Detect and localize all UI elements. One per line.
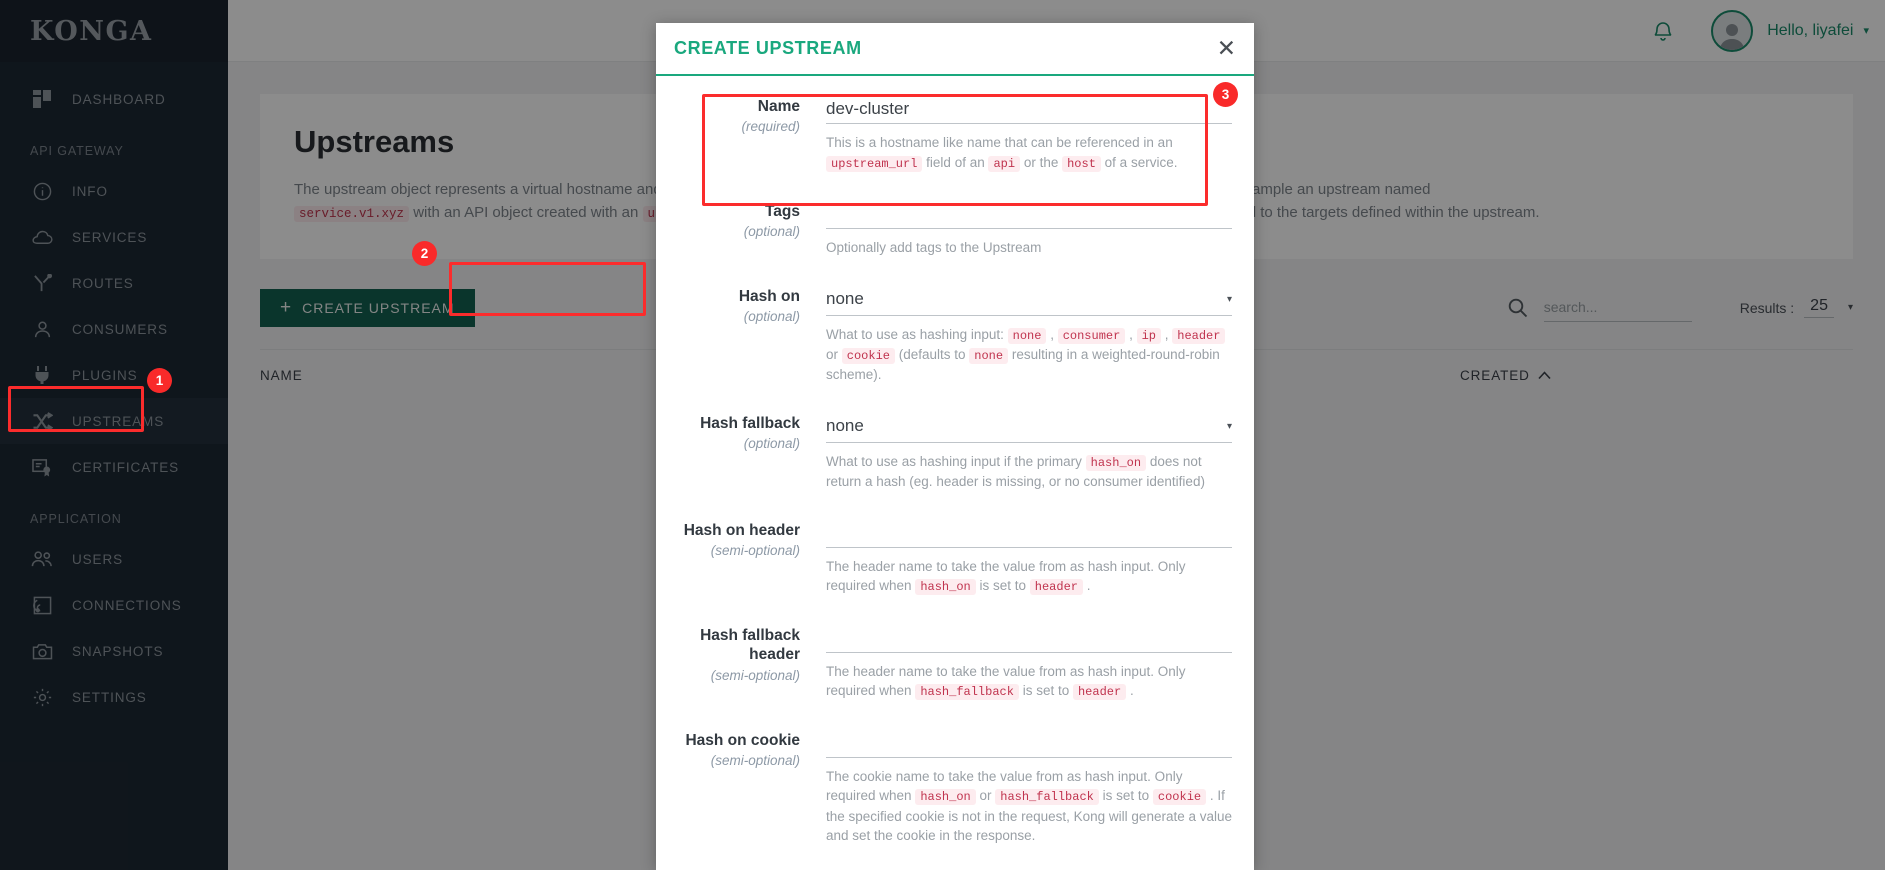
input-hash-on-header[interactable] <box>826 517 1232 548</box>
select-value: none <box>826 416 864 436</box>
close-icon[interactable]: ✕ <box>1217 37 1236 60</box>
hint-code: hash_on <box>1085 454 1147 471</box>
field-label-hash-on: Hash on (optional) <box>678 284 826 385</box>
field-label-hash-on-header: Hash on header (semi-optional) <box>678 518 826 597</box>
hint-code: none <box>1007 327 1047 344</box>
field-label-text: Name <box>757 98 800 115</box>
field-control-hash-fallback: none ▾ What to use as hashing input if the… <box>826 411 1232 492</box>
input-hash-on-cookie[interactable] <box>826 727 1232 758</box>
field-label-text: Hash fallback header <box>700 626 800 664</box>
chevron-down-icon: ▾ <box>1226 293 1232 305</box>
field-hint-hash-fallback-header: The header name to take the value from a… <box>826 663 1186 701</box>
field-hint-hash-on: What to use as hashing input: none , con… <box>826 325 1232 385</box>
hint-code: upstream_url <box>826 155 923 172</box>
hint-code: host <box>1062 155 1101 172</box>
hint-code: header <box>1029 579 1083 596</box>
field-label-text: Hash on header <box>683 521 800 539</box>
app-root: KONGA DASHBOARD API GATEWAY INFO SERVICES RO… <box>0 0 1885 870</box>
field-requirement-text: (optional) <box>743 436 800 452</box>
select-hash-fallback[interactable]: none ▾ <box>826 411 1232 443</box>
hint-code: none <box>969 347 1009 364</box>
hint-code: header <box>1072 684 1127 701</box>
hint-code: header <box>1172 327 1226 344</box>
field-control-tags: Optionally add tags to the Upstream <box>826 198 1232 258</box>
field-requirement-text: (semi-optional) <box>710 667 800 683</box>
field-hint-tags: Optionally add tags to the Upstream <box>826 239 1042 255</box>
field-requirement-text: (optional) <box>743 308 800 324</box>
modal-field-hash-on-header: Hash on header (semi-optional) The header … <box>678 500 1232 605</box>
field-requirement-text: (semi-optional) <box>710 543 800 559</box>
field-requirement-text: (optional) <box>743 224 800 240</box>
field-label-tags: Tags (optional) <box>678 199 826 258</box>
chevron-down-icon: ▾ <box>1226 420 1232 432</box>
create-upstream-modal: CREATE UPSTREAM ✕ Name (required) This is … <box>656 23 1254 870</box>
input-name[interactable] <box>826 94 1232 124</box>
hint-code: hash_on <box>915 789 976 806</box>
modal-title: CREATE UPSTREAM <box>674 38 862 58</box>
field-control-hash-on-cookie: The cookie name to take the value from a… <box>826 727 1233 846</box>
field-control-name: This is a hostname like name that can be… <box>826 94 1232 173</box>
annotation-badge-3: 3 <box>1213 82 1238 107</box>
hint-code: cookie <box>1152 789 1207 806</box>
modal-field-tags: Tags (optional) Optionally add tags to the… <box>678 181 1232 266</box>
field-label-text: Hash on <box>738 287 800 305</box>
modal-field-hash-fallback-header: Hash fallback header (semi-optional) The h… <box>678 605 1232 710</box>
modal-body: Name (required) This is a hostname like na… <box>656 76 1254 870</box>
input-tags[interactable] <box>826 198 1232 229</box>
hint-code: api <box>988 155 1021 172</box>
hint-code: cookie <box>841 347 895 364</box>
field-label-hash-fallback: Hash fallback (optional) <box>678 411 826 492</box>
modal-field-hash-on: Hash on (optional) none ▾ What to use as has… <box>678 266 1232 393</box>
hint-code: hash_fallback <box>915 684 1019 701</box>
modal-field-hash-fallback: Hash fallback (optional) none ▾ What to use … <box>678 393 1232 500</box>
hint-code: ip <box>1136 327 1161 344</box>
field-label-text: Hash fallback <box>700 414 800 432</box>
select-hash-on[interactable]: none ▾ <box>826 284 1232 316</box>
hint-code: consumer <box>1057 327 1126 344</box>
field-hint-hash-on-header: The header name to take the value from a… <box>826 558 1186 596</box>
annotation-badge-1: 1 <box>147 368 172 393</box>
field-control-hash-fallback-header: The header name to take the value from a… <box>826 622 1232 702</box>
field-requirement-text: (semi-optional) <box>710 753 800 769</box>
field-control-hash-on: none ▾ What to use as hashing input: none … <box>826 284 1232 385</box>
field-label-text: Hash on cookie <box>685 731 800 749</box>
input-hash-fallback-header[interactable] <box>826 622 1232 653</box>
modal-field-name: Name (required) This is a hostname like na… <box>678 76 1232 181</box>
select-value: none <box>826 289 864 309</box>
field-hint-hash-fallback: What to use as hashing input if the prim… <box>826 453 1205 490</box>
hint-code: hash_fallback <box>995 789 1099 806</box>
annotation-badge-2: 2 <box>412 241 437 266</box>
field-label-hash-on-cookie: Hash on cookie (semi-optional) <box>678 728 826 846</box>
field-label-name: Name (required) <box>678 94 826 173</box>
field-hint-hash-on-cookie: The cookie name to take the value from a… <box>826 768 1233 844</box>
field-requirement-text: (required) <box>741 119 800 135</box>
field-label-hash-fallback-header: Hash fallback header (semi-optional) <box>678 623 826 702</box>
field-hint-name: This is a hostname like name that can be… <box>826 135 1178 172</box>
modal-field-hash-on-cookie: Hash on cookie (semi-optional) The cookie … <box>678 710 1232 854</box>
field-control-hash-on-header: The header name to take the value from a… <box>826 517 1232 597</box>
modal-header: CREATE UPSTREAM ✕ <box>656 23 1254 76</box>
hint-code: hash_on <box>915 579 976 596</box>
field-label-text: Tags <box>764 202 800 220</box>
